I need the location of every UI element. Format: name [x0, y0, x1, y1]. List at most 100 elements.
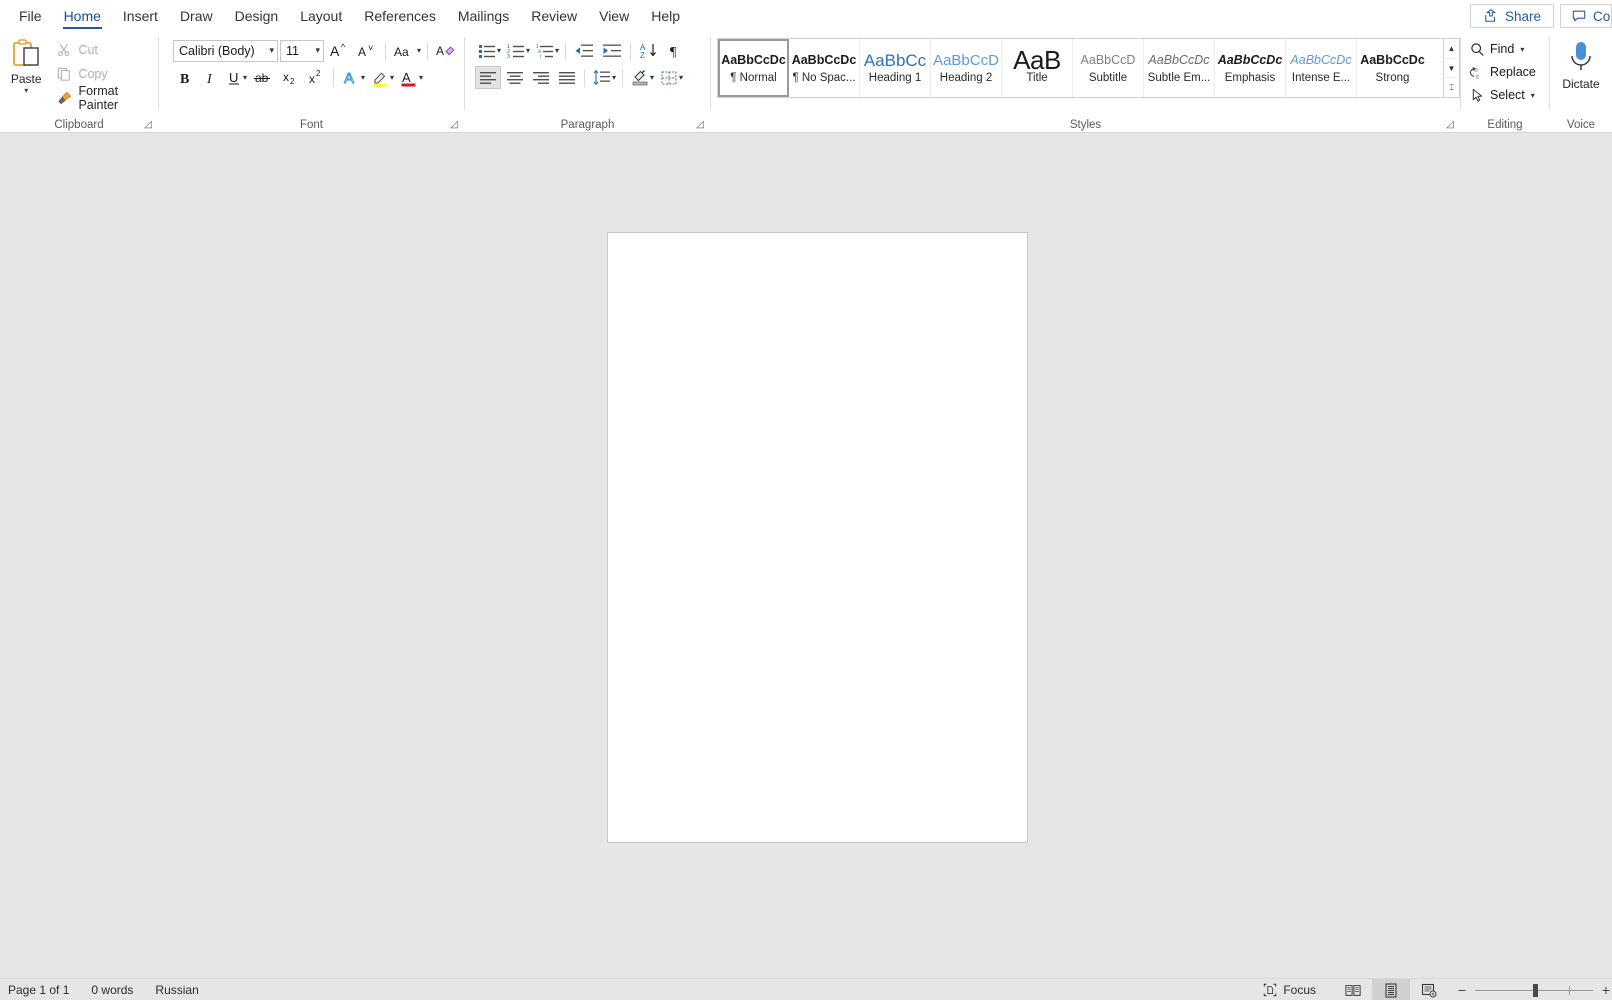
document-page-1[interactable]	[607, 232, 1028, 843]
tab-insert[interactable]: Insert	[112, 0, 169, 32]
style-subtitle[interactable]: AaBbCcD Subtitle	[1073, 39, 1144, 97]
italic-button[interactable]: I	[198, 66, 221, 89]
copy-button[interactable]: Copy	[52, 63, 158, 85]
font-size-combobox[interactable]: 11 ▾	[280, 39, 324, 62]
zoom-in-button[interactable]: +	[1600, 982, 1612, 998]
decrease-indent-button[interactable]	[571, 39, 597, 62]
font-name-combobox[interactable]: Calibri (Body) ▾	[173, 39, 278, 62]
strikethrough-button[interactable]: ab	[250, 66, 276, 89]
comment-icon	[1571, 8, 1587, 24]
document-canvas[interactable]	[0, 133, 1612, 978]
bullets-button[interactable]: ▾	[475, 39, 502, 62]
paragraph-group-label: Paragraph ◿	[465, 116, 710, 133]
select-button[interactable]: Select ▾	[1467, 84, 1538, 106]
shading-button[interactable]: ▾	[628, 66, 655, 89]
multilevel-list-button[interactable]: 1 a i ▾	[533, 39, 560, 62]
increase-font-size-button[interactable]: A ^	[326, 39, 352, 62]
page-number-status[interactable]: Page 1 of 1	[8, 983, 69, 997]
find-button[interactable]: Find ▾	[1467, 38, 1538, 60]
style-strong[interactable]: AaBbCcDc Strong	[1357, 39, 1428, 97]
borders-button[interactable]: ▾	[657, 66, 684, 89]
justify-button[interactable]	[555, 66, 579, 89]
tab-design[interactable]: Design	[224, 0, 290, 32]
chevron-down-icon[interactable]: ▾	[555, 46, 559, 55]
numbering-button[interactable]: 1 2 3 ▾	[504, 39, 531, 62]
web-layout-button[interactable]	[1410, 979, 1448, 1000]
style-subtle-emphasis[interactable]: AaBbCcDc Subtle Em...	[1144, 39, 1215, 97]
paste-button[interactable]: Paste ▾	[0, 35, 52, 95]
style-heading-2[interactable]: AaBbCcD Heading 2	[931, 39, 1002, 97]
chevron-down-icon[interactable]: ▾	[650, 73, 654, 82]
zoom-slider-control[interactable]: − +	[1448, 982, 1612, 998]
styles-dialog-launcher[interactable]: ◿	[1444, 119, 1456, 131]
show-formatting-marks-button[interactable]: ¶	[664, 39, 687, 62]
style-normal[interactable]: AaBbCcDc ¶ Normal	[718, 39, 789, 97]
read-mode-button[interactable]	[1334, 979, 1372, 1000]
styles-scroll-down-button[interactable]: ▼	[1444, 59, 1459, 79]
text-highlight-color-button[interactable]: ▾	[368, 66, 395, 89]
style-heading-1[interactable]: AaBbCс Heading 1	[860, 39, 931, 97]
align-center-button[interactable]	[503, 66, 527, 89]
chevron-down-icon[interactable]: ▾	[419, 73, 423, 82]
zoom-slider-midpoint-tick	[1569, 985, 1570, 995]
tab-layout[interactable]: Layout	[289, 0, 353, 32]
underline-button[interactable]: U ▾	[223, 66, 248, 89]
clipboard-dialog-launcher[interactable]: ◿	[142, 119, 154, 131]
chevron-down-icon[interactable]: ▾	[526, 46, 530, 55]
sort-button[interactable]: A Z	[636, 39, 662, 62]
font-dialog-launcher[interactable]: ◿	[448, 119, 460, 131]
style-label: ¶ No Spac...	[792, 72, 856, 84]
styles-scroll-up-button[interactable]: ▲	[1444, 39, 1459, 59]
comments-button[interactable]: Comments	[1560, 4, 1612, 28]
tab-home[interactable]: Home	[53, 0, 112, 32]
style-no-spacing[interactable]: AaBbCcDc ¶ No Spac...	[789, 39, 860, 97]
line-spacing-button[interactable]: ▾	[590, 66, 617, 89]
style-emphasis[interactable]: AaBbCcDc Emphasis	[1215, 39, 1286, 97]
chevron-down-icon[interactable]: ▾	[497, 46, 501, 55]
share-button[interactable]: Share	[1469, 4, 1554, 28]
tab-label: View	[599, 8, 630, 24]
superscript-button[interactable]: x2	[304, 66, 328, 89]
tab-draw[interactable]: Draw	[169, 0, 224, 32]
language-status[interactable]: Russian	[155, 983, 198, 997]
replace-button[interactable]: b c Replace	[1467, 61, 1538, 83]
clear-formatting-button[interactable]: A	[433, 39, 461, 62]
tab-references[interactable]: References	[353, 0, 447, 32]
tab-review[interactable]: Review	[520, 0, 588, 32]
cut-button[interactable]: Cut	[52, 39, 158, 61]
change-case-button[interactable]: Aa ▾	[391, 39, 422, 62]
styles-more-button[interactable]: ⌶	[1444, 78, 1459, 97]
zoom-slider-track[interactable]	[1475, 983, 1593, 997]
style-intense-emphasis[interactable]: AaBbCcDc Intense E...	[1286, 39, 1357, 97]
tab-file[interactable]: File	[8, 0, 53, 32]
chevron-down-icon[interactable]: ▾	[390, 73, 394, 82]
style-title[interactable]: AaB Title	[1002, 39, 1073, 97]
chevron-down-icon[interactable]: ▾	[612, 73, 616, 82]
paragraph-rows: ▾ 1 2 3 ▾ 1 a i ▾ A Z ¶ ▾ ▾ ▾	[465, 35, 687, 89]
format-painter-button[interactable]: Format Painter	[52, 84, 158, 112]
tab-help[interactable]: Help	[640, 0, 691, 32]
paste-dropdown-caret[interactable]: ▾	[24, 87, 28, 95]
focus-mode-button[interactable]: Focus	[1262, 982, 1334, 998]
print-layout-button[interactable]	[1372, 979, 1410, 1000]
chevron-down-icon[interactable]: ▾	[1520, 45, 1524, 54]
chevron-down-icon[interactable]: ▾	[1531, 91, 1535, 100]
text-effects-button[interactable]: A ▾	[339, 66, 366, 89]
font-color-button[interactable]: A ▾	[397, 66, 424, 89]
dictate-button[interactable]: Dictate	[1550, 35, 1612, 91]
zoom-slider-thumb[interactable]	[1533, 983, 1538, 997]
chevron-down-icon[interactable]: ▾	[243, 73, 247, 82]
increase-indent-button[interactable]	[599, 39, 625, 62]
bold-button[interactable]: B	[173, 66, 196, 89]
chevron-down-icon[interactable]: ▾	[361, 73, 365, 82]
tab-mailings[interactable]: Mailings	[447, 0, 520, 32]
paragraph-dialog-launcher[interactable]: ◿	[694, 119, 706, 131]
word-count-status[interactable]: 0 words	[91, 983, 133, 997]
decrease-font-size-button[interactable]: A ˅	[354, 39, 380, 62]
zoom-out-button[interactable]: −	[1456, 982, 1468, 998]
chevron-down-icon[interactable]: ▾	[679, 73, 683, 82]
subscript-button[interactable]: x2	[278, 66, 302, 89]
align-right-button[interactable]	[529, 66, 553, 89]
align-left-button[interactable]	[475, 66, 501, 89]
tab-view[interactable]: View	[588, 0, 640, 32]
